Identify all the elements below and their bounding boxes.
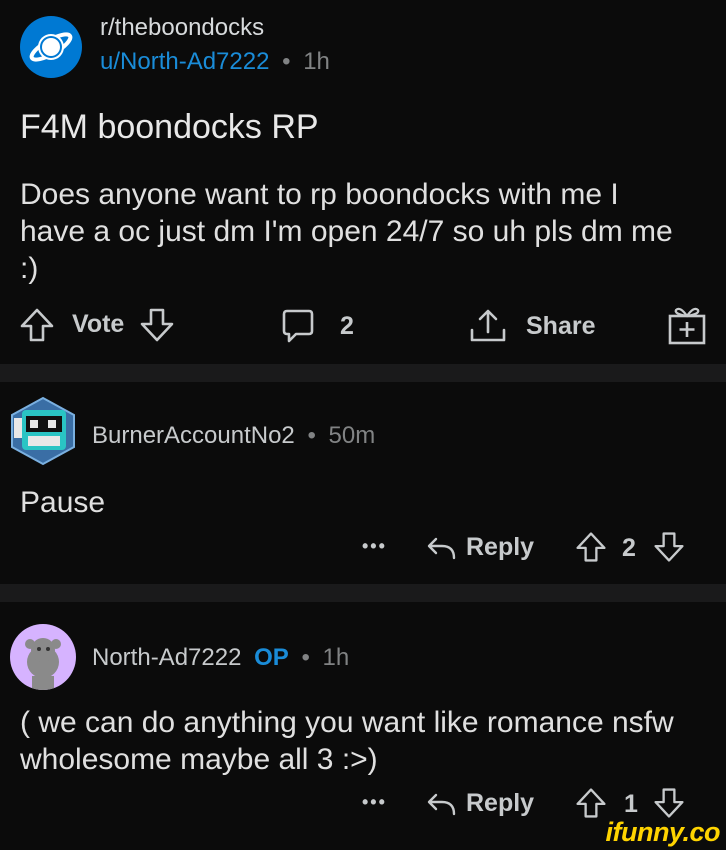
comment-age: 1h (322, 644, 350, 671)
award-gift-icon (666, 304, 708, 346)
comment-1: BurnerAccountNo2 • 50m Pause ••• Reply 2 (0, 382, 726, 584)
post-body: Does anyone want to rp boondocks with me… (20, 178, 673, 285)
comment-score: 2 (622, 534, 636, 562)
subreddit-name[interactable]: r/theboondocks (100, 14, 264, 42)
comment-2: North-Ad7222 OP • 1h ( we can do anythin… (0, 602, 726, 850)
upvote-button[interactable] (18, 306, 56, 344)
meta-separator: • (282, 48, 291, 75)
downvote-icon (652, 786, 686, 820)
comment-username[interactable]: BurnerAccountNo2 (92, 422, 295, 449)
comment-score: 1 (624, 790, 638, 818)
reply-button[interactable]: Reply (424, 788, 534, 818)
comment-age: 50m (328, 422, 376, 449)
meta-separator: • (301, 644, 310, 671)
op-badge: OP (254, 644, 289, 671)
ifunny-watermark: ifunny.co (605, 817, 721, 847)
reply-icon (424, 532, 458, 562)
share-icon (468, 306, 508, 346)
subreddit-planet-icon[interactable] (20, 16, 82, 78)
reply-label: Reply (466, 532, 535, 561)
share-button[interactable]: Share (468, 306, 595, 346)
meta-separator: • (307, 422, 316, 449)
comment-meta: North-Ad7222 OP • 1h (92, 644, 349, 672)
post-age: 1h (303, 48, 330, 75)
post-meta: u/North-Ad7222 • 1h (100, 48, 330, 76)
reply-button[interactable]: Reply (424, 532, 534, 562)
comment-downvote-button[interactable] (652, 786, 686, 820)
award-button[interactable] (666, 304, 708, 346)
upvote-icon (18, 306, 56, 344)
more-options-button[interactable]: ••• (362, 792, 387, 813)
section-divider (0, 584, 726, 602)
downvote-button[interactable] (138, 306, 176, 344)
comment-count: 2 (340, 311, 354, 340)
vote-label: Vote (72, 310, 125, 338)
reply-label: Reply (466, 788, 535, 817)
comment-upvote-button[interactable] (574, 786, 608, 820)
upvote-icon (574, 530, 608, 564)
upvote-icon (574, 786, 608, 820)
section-divider (0, 364, 726, 382)
post-action-bar: Vote 2 Share (0, 302, 726, 348)
avatar[interactable] (10, 624, 76, 690)
post-card: r/theboondocks u/North-Ad7222 • 1h F4M b… (0, 0, 726, 364)
comment-text: ( we can do anything you want like roman… (20, 706, 674, 776)
comment-downvote-button[interactable] (652, 530, 686, 564)
post-title[interactable]: F4M boondocks RP (20, 108, 319, 147)
downvote-icon (138, 306, 176, 344)
comment-username[interactable]: North-Ad7222 (92, 644, 241, 671)
more-options-button[interactable]: ••• (362, 536, 387, 557)
comment-action-bar: ••• Reply 2 (0, 530, 726, 572)
reply-icon (424, 788, 458, 818)
downvote-icon (652, 530, 686, 564)
share-label: Share (526, 311, 596, 340)
comment-upvote-button[interactable] (574, 530, 608, 564)
comments-button[interactable]: 2 (278, 306, 354, 346)
post-author[interactable]: u/North-Ad7222 (100, 48, 269, 75)
comment-meta: BurnerAccountNo2 • 50m (92, 422, 375, 450)
comment-icon (278, 306, 318, 346)
avatar[interactable] (8, 396, 78, 466)
comment-text: Pause (20, 486, 106, 519)
